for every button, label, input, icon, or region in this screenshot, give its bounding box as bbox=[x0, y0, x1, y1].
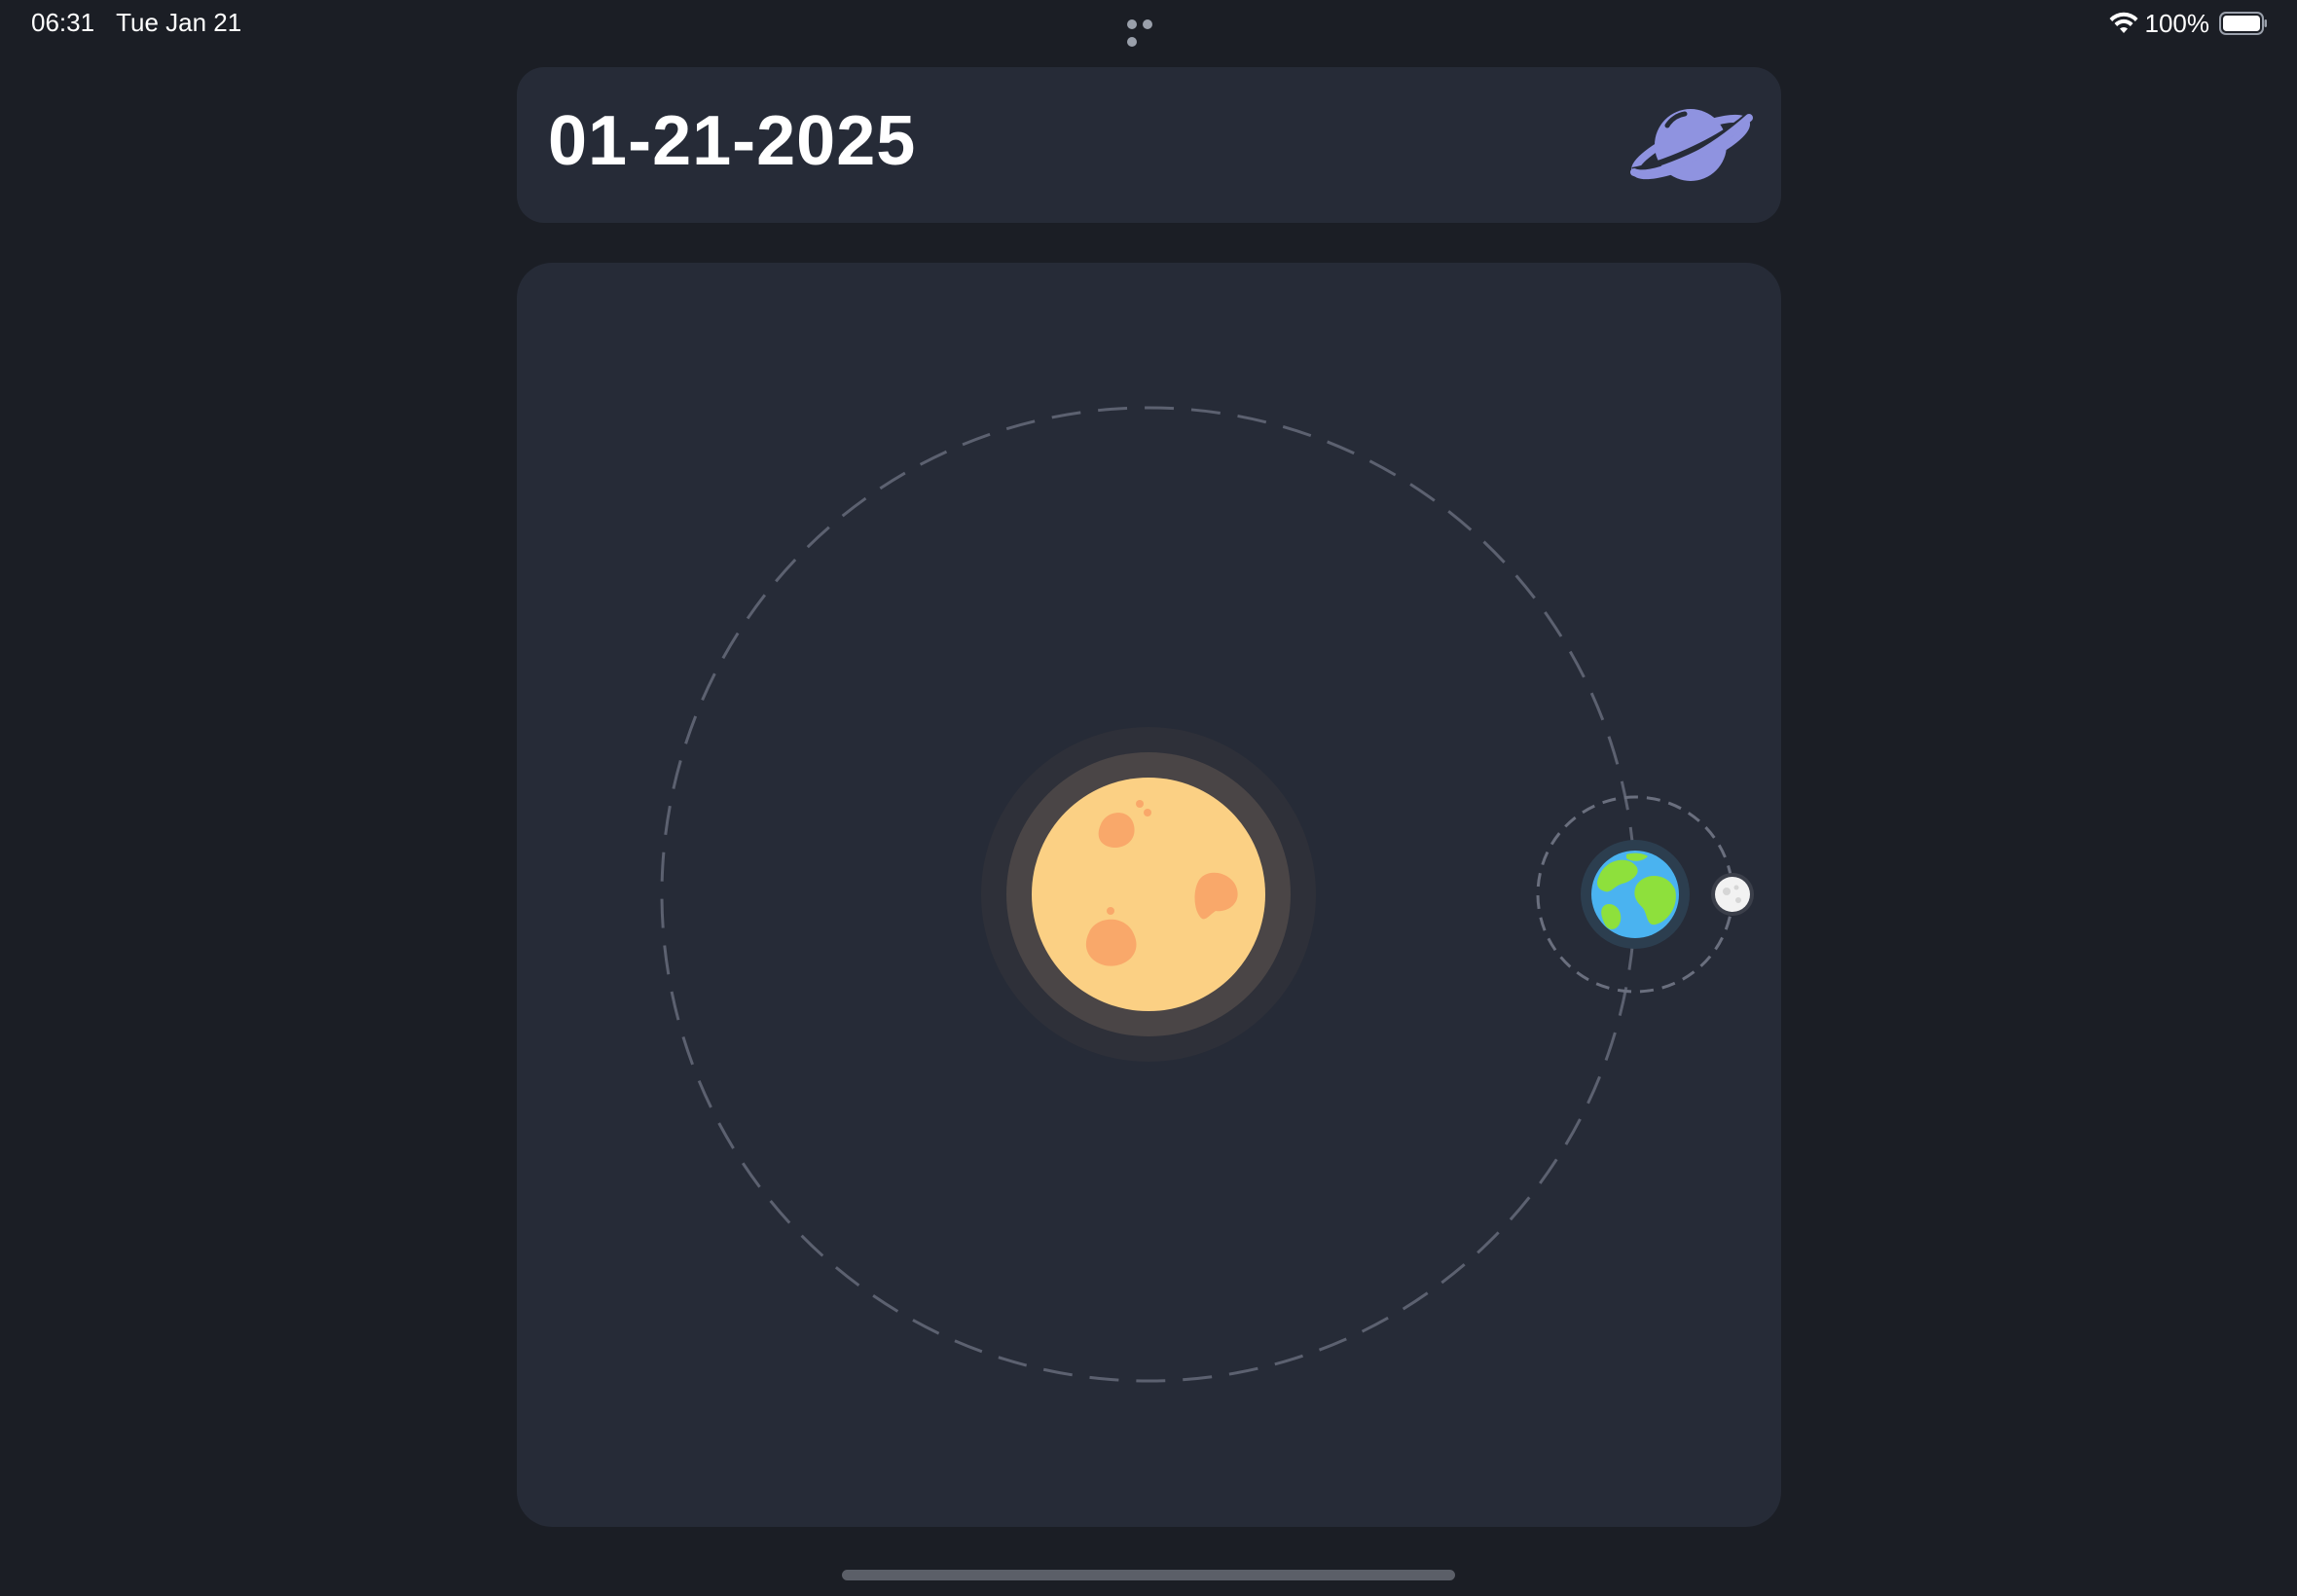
status-time: 06:31 bbox=[31, 8, 95, 37]
status-bar: 06:31 Tue Jan 21 100% bbox=[0, 0, 2297, 47]
sun bbox=[981, 727, 1316, 1062]
status-time-date: 06:31 Tue Jan 21 bbox=[31, 8, 263, 38]
date-title: 01-21-2025 bbox=[548, 102, 917, 180]
status-date: Tue Jan 21 bbox=[116, 8, 242, 37]
saturn-planet-icon[interactable] bbox=[1628, 96, 1755, 194]
status-indicators: 100% bbox=[2108, 8, 2269, 39]
orbit-diagram bbox=[660, 406, 1754, 1383]
orbit-view-card bbox=[517, 263, 1781, 1527]
battery-percent: 100% bbox=[2144, 8, 2210, 38]
earth bbox=[1581, 840, 1690, 949]
moon bbox=[1711, 873, 1754, 916]
app-screen: 06:31 Tue Jan 21 100% 01-21-2025 bbox=[0, 0, 2297, 1596]
multitasking-dots-icon[interactable] bbox=[1127, 17, 1170, 47]
battery-icon bbox=[2219, 12, 2267, 35]
wifi-icon bbox=[2109, 12, 2137, 33]
date-header-card: 01-21-2025 bbox=[517, 67, 1781, 223]
home-indicator[interactable] bbox=[842, 1570, 1455, 1580]
